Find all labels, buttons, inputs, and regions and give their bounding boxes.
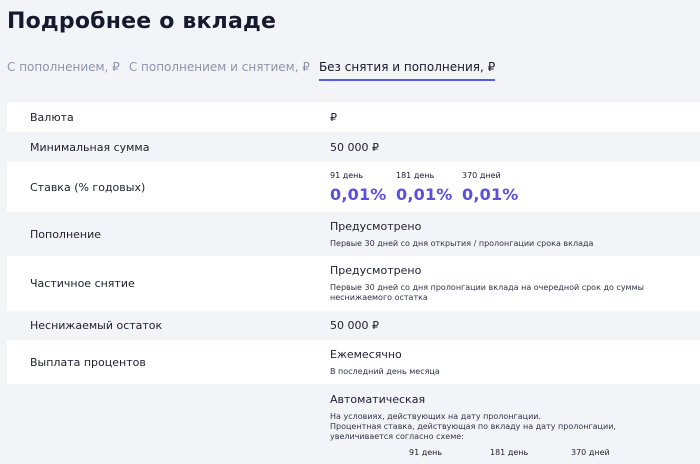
rate-period: 370 дней (462, 170, 501, 180)
rate-percent: 0,01% (396, 184, 453, 204)
rate-percent: 0,01% (462, 184, 519, 204)
deposit-details-table: Валюта ₽ Минимальная сумма 50 000 ₽ Став… (7, 102, 700, 464)
min-sum-value: 50 000 ₽ (330, 140, 379, 154)
tab-with-replenishment[interactable]: С пополнением, ₽ (7, 60, 120, 79)
page-title: Подробнее о вкладе (7, 9, 277, 34)
row-currency: Валюта ₽ (7, 102, 700, 132)
tab-with-replenishment-withdrawal[interactable]: С пополнением и снятием, ₽ (129, 60, 310, 79)
currency-value: ₽ (330, 110, 337, 124)
row-replenishment: Пополнение Предусмотрено Первые 30 дней … (7, 212, 700, 256)
interest-note: В последний день месяца (330, 366, 440, 376)
row-min-balance: Неснижаемый остаток 50 000 ₽ (7, 311, 700, 340)
interest-value: Ежемесячно (330, 347, 402, 361)
rate-period: 91 день (330, 170, 364, 180)
replenishment-value: Предусмотрено (330, 219, 422, 233)
min-sum-label: Минимальная сумма (30, 140, 150, 154)
min-balance-value: 50 000 ₽ (330, 319, 379, 332)
rate-percent: 0,01% (330, 184, 387, 204)
withdrawal-note: Первые 30 дней со дня пролонгации вклада… (330, 283, 644, 302)
row-rate: Ставка (% годовых) 91 день 0,01% 181 ден… (7, 162, 700, 212)
row-partial-withdrawal: Частичное снятие Предусмотрено Первые 30… (7, 256, 700, 311)
replenishment-note: Первые 30 дней со дня открытия / пролонг… (330, 238, 594, 248)
tab-no-withdrawal-no-replenishment[interactable]: Без снятия и пополнения, ₽ (318, 60, 496, 81)
replenishment-label: Пополнение (30, 227, 102, 241)
rate-item: 370 дней 0,01% (462, 171, 528, 204)
currency-label: Валюта (30, 110, 74, 124)
withdrawal-value: Предусмотрено (330, 264, 422, 277)
rate-item: 91 день 0,01% (330, 171, 396, 204)
deposit-tabs: С пополнением, ₽ С пополнением и снятием… (7, 60, 504, 81)
row-interest-payment: Выплата процентов Ежемесячно В последний… (7, 340, 700, 384)
rate-item: 181 день 0,01% (396, 171, 462, 204)
rate-period: 181 день (396, 170, 435, 180)
withdrawal-label: Частичное снятие (30, 277, 135, 290)
interest-label: Выплата процентов (30, 355, 146, 369)
prolongation-note: На условиях, действующих на дату пролонг… (330, 412, 542, 421)
row-min-sum: Минимальная сумма 50 000 ₽ (7, 132, 700, 162)
rate-values: 91 день 0,01% 181 день 0,01% 370 дней 0,… (330, 171, 700, 204)
min-balance-label: Неснижаемый остаток (30, 319, 163, 332)
prolongation-scheme-note: Процентная ставка, действующая по вкладу… (330, 422, 616, 441)
row-prolongation: Автоматическая На условиях, действующих … (7, 384, 700, 464)
rate-label: Ставка (% годовых) (30, 180, 146, 194)
prolongation-value: Автоматическая (330, 393, 426, 406)
